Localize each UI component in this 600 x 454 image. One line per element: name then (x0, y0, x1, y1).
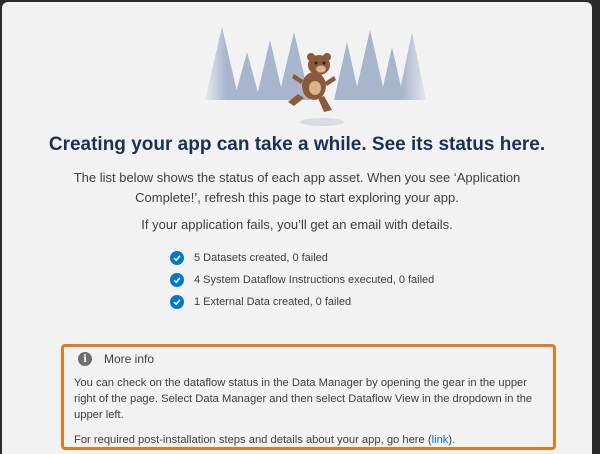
footer-text: For required post-installation steps and… (74, 434, 432, 446)
app-window: Creating your app can take a while. See … (2, 2, 592, 454)
more-info-footer: For required post-installation steps and… (74, 434, 455, 446)
check-icon (170, 295, 184, 309)
status-list: 5 Datasets created, 0 failed 4 System Da… (170, 247, 434, 313)
post-install-link[interactable]: link (432, 434, 449, 446)
status-item-label: 5 Datasets created, 0 failed (194, 252, 328, 264)
status-item-label: 1 External Data created, 0 failed (194, 296, 352, 308)
status-item-datasets: 5 Datasets created, 0 failed (170, 247, 434, 269)
status-item-label: 4 System Dataflow Instructions executed,… (194, 274, 435, 286)
illustration-trees-bear (202, 22, 432, 126)
check-icon (170, 251, 184, 265)
status-description: The list below shows the status of each … (73, 170, 521, 205)
info-icon: i (78, 352, 92, 366)
page-title: Creating your app can take a while. See … (48, 134, 546, 155)
check-icon (170, 273, 184, 287)
more-info-body: You can check on the dataflow status in … (74, 377, 533, 421)
more-info-title: More info (104, 352, 155, 366)
more-info-header: i More info (78, 352, 154, 366)
status-item-dataflow: 4 System Dataflow Instructions executed,… (170, 269, 434, 291)
more-info-panel: i More info You can check on the dataflo… (61, 344, 556, 450)
failure-note: If your application fails, you’ll get an… (141, 217, 453, 232)
status-item-external-data: 1 External Data created, 0 failed (170, 291, 434, 313)
footer-end: ). (448, 434, 456, 446)
